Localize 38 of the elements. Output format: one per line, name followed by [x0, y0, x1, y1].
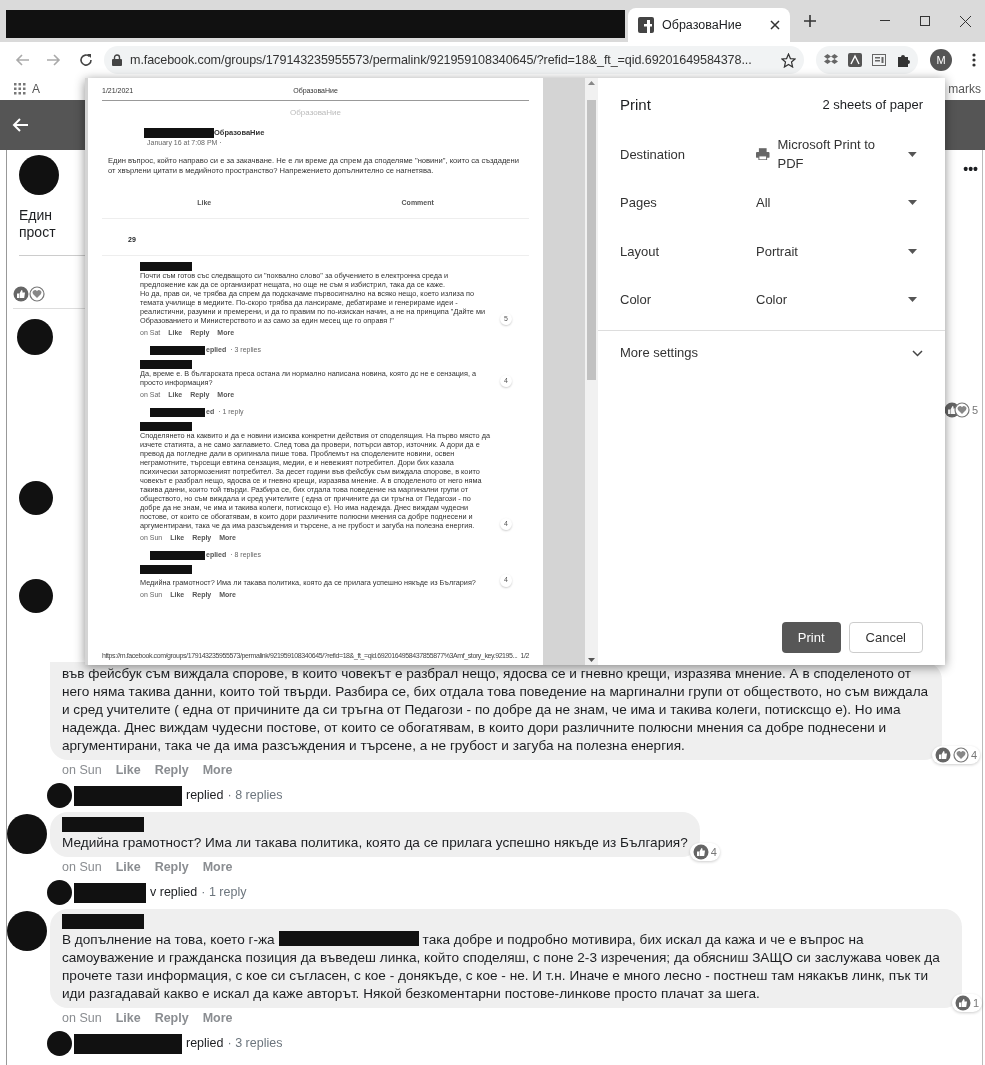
setting-label: Destination [620, 145, 687, 164]
setting-select[interactable]: Portrait [750, 235, 923, 268]
sheet-count: 2 sheets of paper [822, 96, 923, 115]
site-title: ОбразоваНие [290, 107, 341, 117]
bookmark-link[interactable]: A [32, 80, 40, 98]
post-text-fragment: Един [19, 207, 53, 224]
replied-link[interactable]: replied [186, 786, 224, 805]
setting-label: Pages [620, 194, 658, 212]
bookmark-link[interactable]: marks [948, 80, 981, 98]
more-button[interactable]: ••• [963, 162, 978, 176]
comment-time: on Sun [62, 859, 102, 875]
replies-count[interactable]: · 3 replies [227, 1034, 283, 1053]
setting-label: Color [620, 291, 653, 309]
reaction-count: 4 [971, 747, 978, 763]
more-settings-toggle[interactable]: More settings [620, 331, 923, 375]
dialog-title: Print [620, 94, 651, 115]
replies-count[interactable]: · 8 replies [227, 786, 283, 805]
reaction-count: 1 [972, 995, 979, 1011]
replied-link[interactable]: v replied [150, 883, 198, 902]
setting-select[interactable]: Microsoft Print to PDF [750, 138, 923, 171]
comment-text: В допълнение на това, което г-жа така добре и подробно мотивира, бих искал да кажа и че е въпрос на самоуважение и гражданска позиция да въведеш линка, който споделяш, с поне 2-3 изречения; да обясниш ЗАЩО си заслужава човек да прочете тази информация, с кое си съгласен, с кое - донякъде, с кое - не. И т.н. Иначе е много лесно - постнеш там някакъв линк, пък ти иди разгадавай какво е искал да каже авторът. Някой безкоментарни постове-линкове просто плачат за шега. [62, 931, 941, 1003]
setting-label: Layout [620, 242, 661, 261]
print-button[interactable]: Print [781, 621, 841, 653]
setting-select[interactable]: Color [750, 283, 923, 316]
comment-time: on Sun [62, 1010, 102, 1026]
address-field[interactable]: m.facebook.com/groups/179143235955573/permalink/921959108340645/?refid=18&_ft_=qid.69201649584378... [104, 46, 804, 74]
setting-select[interactable]: All [750, 186, 923, 219]
comment-time: on Sun [62, 762, 102, 778]
comment-text: във фейсбук съм виждала спорове, в които човекът е разбрал нещо, ядосва се и гневно крещи, изразява мнение. А в споделеното от него няма такива данни, които той твърди. Разбира се, бих отдала това поведение на маргинални групи от обществото, но съм виждала и сред учителите ( една от причините да си тръгна от Педагози - по добре да не знам, че има и такива колеги, потисксщо е). Но има надежда. Днес виждам чудесни постове, от които се обогатявам, в които дори различните полюсни мнения са добре поднесени и аргументирани, така че да има разсъждения и търсене, а не грубост и загуба на полезна енергия. [62, 665, 930, 755]
browser-tab[interactable]: ОбразоваНие [628, 8, 790, 42]
cancel-button[interactable]: Cancel [848, 621, 923, 653]
profile-button[interactable]: M [930, 49, 952, 71]
post-text-fragment: прост [19, 224, 56, 241]
reaction-count: 5 [971, 403, 978, 418]
replied-link[interactable]: replied [186, 1034, 224, 1053]
replies-count[interactable]: · 1 reply [201, 883, 247, 902]
comment-text: Медийна грамотност? Има ли такава политика, която да се прилага успешно някъде из България? [62, 834, 688, 852]
reaction-count: 4 [710, 844, 717, 860]
